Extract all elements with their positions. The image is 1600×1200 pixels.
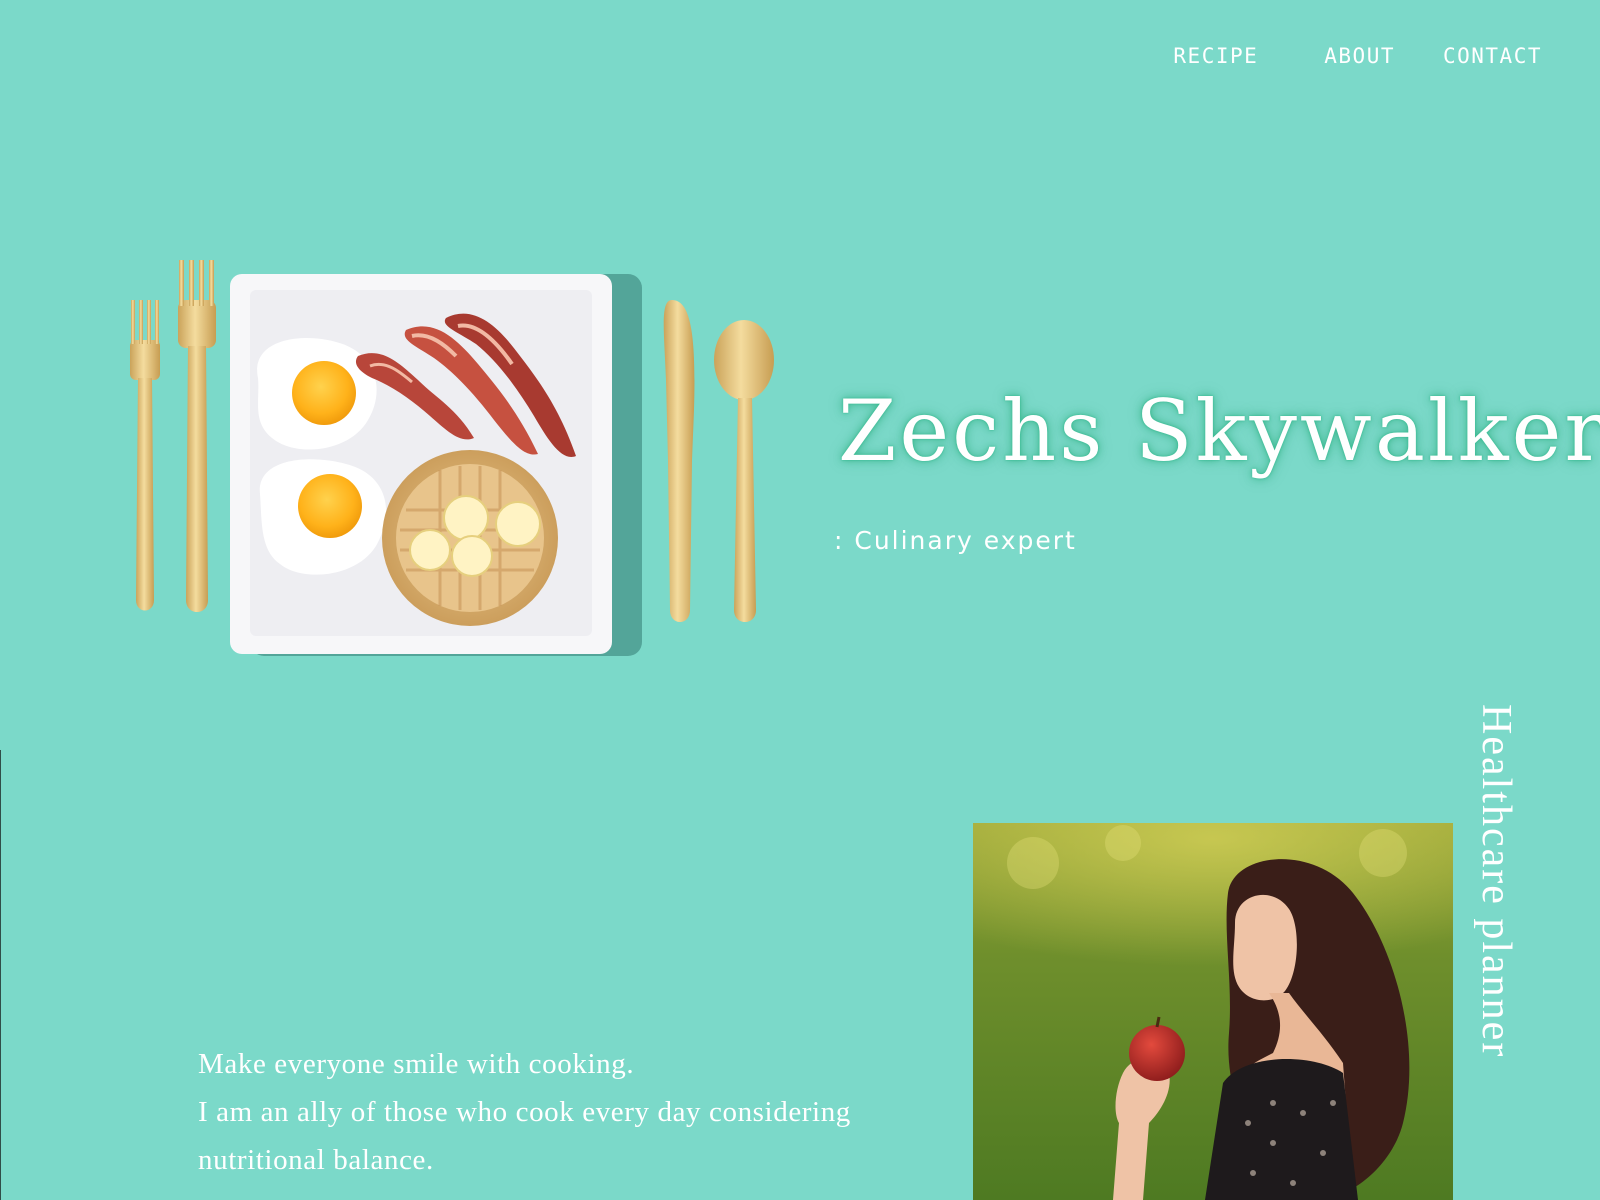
portrait-photo bbox=[973, 823, 1453, 1200]
vertical-role-label: Healthcare planner bbox=[1473, 704, 1519, 1059]
page-subtitle: : Culinary expert bbox=[834, 526, 1077, 555]
intro-line: Make everyone smile with cooking. bbox=[198, 1048, 635, 1080]
intro-line: nutritional balance. bbox=[198, 1144, 434, 1176]
hero-image bbox=[100, 260, 800, 670]
intro-line: I am an ally of those who cook every day… bbox=[198, 1096, 851, 1128]
nav-contact-link[interactable]: CONTACT bbox=[1443, 44, 1542, 68]
page: RECIPE ABOUT CONTACT Zechs Skywalker: C… bbox=[0, 0, 1600, 1200]
edge-line bbox=[0, 750, 1, 1200]
page-title: Zechs Skywalker bbox=[838, 382, 1600, 480]
intro-text: Make everyone smile with cooking. I am a… bbox=[198, 1040, 958, 1184]
main-nav: RECIPE ABOUT CONTACT bbox=[1173, 44, 1542, 68]
nav-recipe-link[interactable]: RECIPE bbox=[1173, 44, 1258, 68]
nav-about-link[interactable]: ABOUT bbox=[1324, 44, 1395, 68]
